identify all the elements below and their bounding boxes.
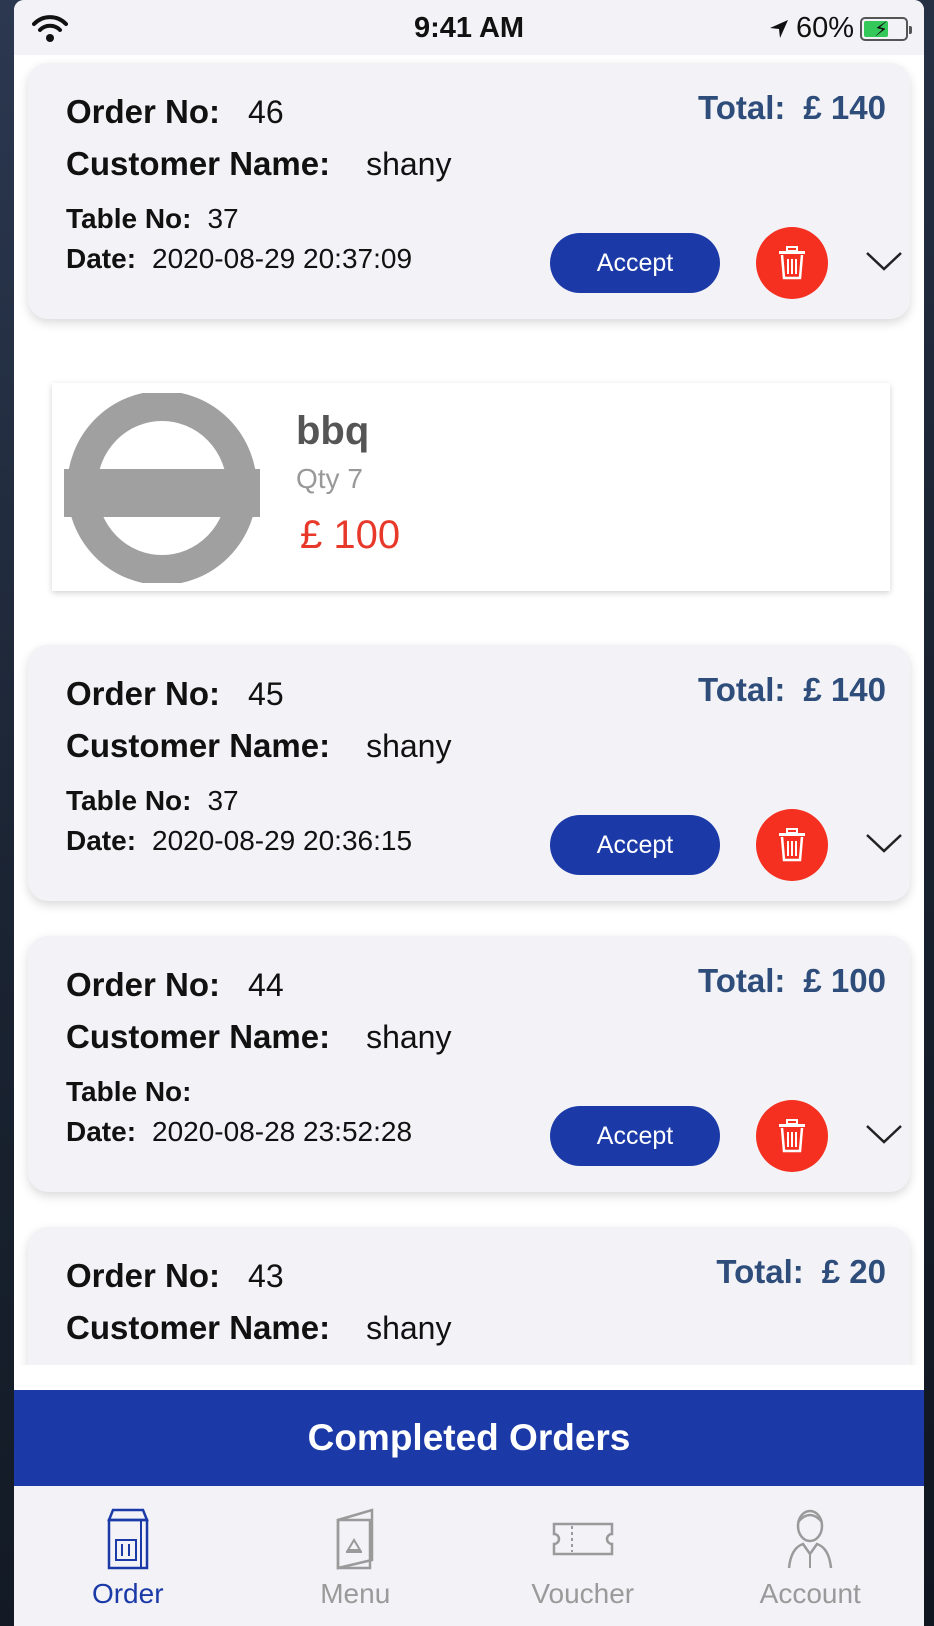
order-no-label: Order No:: [66, 1257, 221, 1294]
order-total: Total: £ 20: [716, 1253, 886, 1291]
total-value: £ 140: [803, 671, 886, 708]
tab-menu[interactable]: Menu: [242, 1486, 470, 1626]
customer-row: Customer Name: shany: [66, 145, 451, 183]
total-value: £ 100: [803, 962, 886, 999]
total-label: Total:: [698, 671, 786, 708]
tab-label: Menu: [320, 1578, 391, 1609]
tab-account[interactable]: Account: [697, 1486, 925, 1626]
order-card[interactable]: Order No: 44 Customer Name: shany Table …: [28, 936, 910, 1192]
table-row: Table No: 37: [66, 785, 239, 817]
customer-name-label: Customer Name:: [66, 727, 331, 764]
trash-icon: [779, 1119, 805, 1153]
order-number-row: Order No: 43: [66, 1257, 284, 1295]
completed-orders-button[interactable]: Completed Orders: [14, 1390, 924, 1486]
order-no-label: Order No:: [66, 93, 221, 130]
date-value: 2020-08-29 20:36:15: [152, 825, 413, 856]
date-value: 2020-08-28 23:52:28: [152, 1116, 413, 1147]
item-image-placeholder-icon: [64, 393, 260, 583]
total-value: £ 20: [821, 1253, 886, 1290]
trash-icon: [779, 828, 805, 862]
order-no-label: Order No:: [66, 675, 221, 712]
date-row: Date: 2020-08-29 20:37:09: [66, 243, 412, 275]
order-no-label: Order No:: [66, 966, 221, 1003]
table-no-label: Table No:: [66, 1076, 192, 1107]
chevron-down-icon[interactable]: [864, 1118, 904, 1148]
order-total: Total: £ 140: [698, 671, 886, 709]
customer-name-label: Customer Name:: [66, 145, 331, 182]
date-label: Date:: [66, 243, 137, 274]
trash-icon: [779, 246, 805, 280]
tab-label: Account: [759, 1578, 861, 1609]
tab-order[interactable]: Order: [14, 1486, 242, 1626]
phone-screen: 9:41 AM 60% ⚡ Order No: 46 Customer Name…: [14, 0, 924, 1626]
date-row: Date: 2020-08-29 20:36:15: [66, 825, 412, 857]
order-card[interactable]: Order No: 43 Customer Name: shany Total:…: [28, 1227, 910, 1365]
chevron-down-icon[interactable]: [864, 827, 904, 857]
ticket-icon: [552, 1522, 613, 1556]
accept-button[interactable]: Accept: [550, 1106, 720, 1166]
accept-button[interactable]: Accept: [550, 815, 720, 875]
table-row: Table No:: [66, 1076, 207, 1108]
customer-row: Customer Name: shany: [66, 727, 451, 765]
tab-bar: Order Menu Voucher Account: [14, 1486, 924, 1626]
status-bar: 9:41 AM 60% ⚡: [14, 0, 924, 55]
tab-voucher[interactable]: Voucher: [469, 1486, 697, 1626]
order-number-row: Order No: 45: [66, 675, 284, 713]
item-quantity: Qty 7: [296, 463, 363, 494]
table-row: Table No: 37: [66, 203, 239, 235]
date-value: 2020-08-29 20:37:09: [152, 243, 413, 274]
chevron-down-icon[interactable]: [864, 245, 904, 275]
tab-label: Voucher: [531, 1578, 635, 1609]
tab-label: Order: [91, 1578, 164, 1609]
order-item-card: bbq Qty 7 £ 100: [52, 383, 890, 591]
date-label: Date:: [66, 825, 137, 856]
order-no-value: 46: [248, 94, 284, 130]
order-number-row: Order No: 44: [66, 966, 284, 1004]
accept-button[interactable]: Accept: [550, 233, 720, 293]
order-number-row: Order No: 46: [66, 93, 284, 131]
order-card[interactable]: Order No: 46 Customer Name: shany Table …: [28, 63, 910, 319]
order-total: Total: £ 100: [698, 962, 886, 1000]
status-right: 60% ⚡: [768, 12, 912, 45]
customer-name-value: shany: [366, 1310, 452, 1346]
order-no-value: 45: [248, 676, 284, 712]
battery-icon: ⚡: [860, 16, 912, 41]
customer-name-value: shany: [366, 728, 452, 764]
order-no-value: 44: [248, 967, 284, 1003]
orders-list[interactable]: Order No: 46 Customer Name: shany Table …: [14, 55, 924, 1365]
customer-row: Customer Name: shany: [66, 1018, 451, 1056]
table-no-value: 37: [207, 785, 239, 816]
date-row: Date: 2020-08-28 23:52:28: [66, 1116, 412, 1148]
customer-name-label: Customer Name:: [66, 1309, 331, 1346]
battery-percent: 60%: [795, 12, 854, 44]
total-label: Total:: [698, 962, 786, 999]
total-value: £ 140: [803, 89, 886, 126]
customer-name-label: Customer Name:: [66, 1018, 331, 1055]
table-no-label: Table No:: [66, 785, 192, 816]
total-label: Total:: [698, 89, 786, 126]
location-arrow-icon: [769, 19, 788, 38]
customer-name-value: shany: [366, 1019, 452, 1055]
person-icon: [788, 1509, 833, 1569]
order-card[interactable]: Order No: 45 Customer Name: shany Table …: [28, 645, 910, 901]
customer-name-value: shany: [366, 146, 452, 182]
delete-button[interactable]: [756, 227, 828, 299]
order-total: Total: £ 140: [698, 89, 886, 127]
customer-row: Customer Name: shany: [66, 1309, 451, 1347]
total-label: Total:: [716, 1253, 804, 1290]
menu-book-icon: [337, 1508, 374, 1570]
order-bag-icon: [106, 1508, 149, 1570]
delete-button[interactable]: [756, 809, 828, 881]
item-name: bbq: [296, 409, 370, 453]
table-no-value: 37: [207, 203, 239, 234]
table-no-label: Table No:: [66, 203, 192, 234]
order-no-value: 43: [248, 1258, 284, 1294]
date-label: Date:: [66, 1116, 137, 1147]
item-price: £ 100: [300, 513, 401, 557]
delete-button[interactable]: [756, 1100, 828, 1172]
